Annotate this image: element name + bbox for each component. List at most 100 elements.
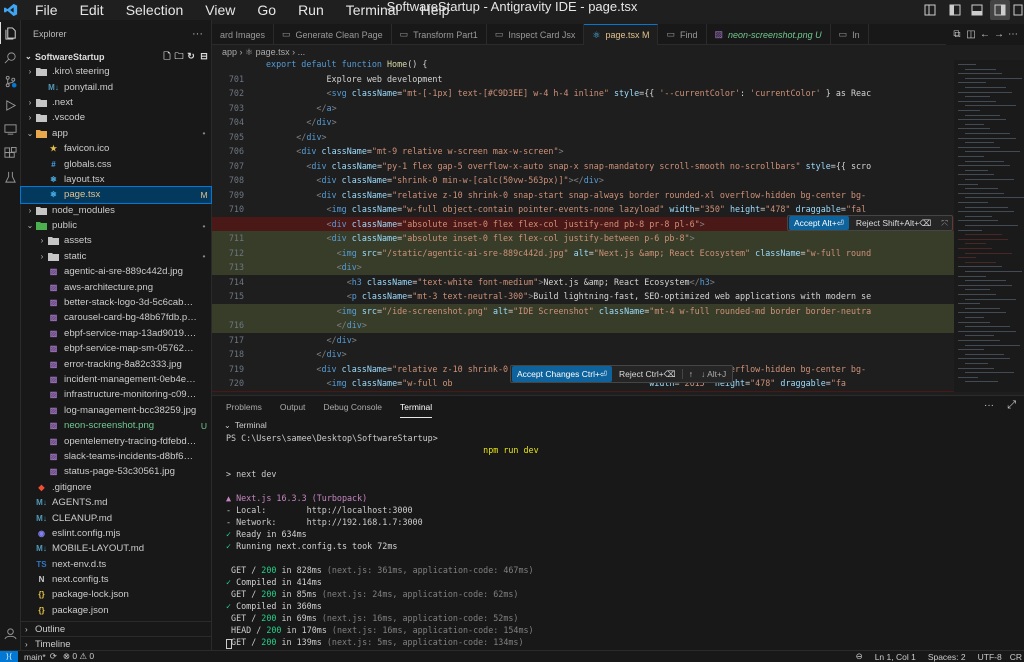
tree-item[interactable]: M↓ MOBILE-LAYOUT.md — [21, 541, 211, 556]
menu-go[interactable]: Go — [246, 0, 287, 20]
more-actions-icon[interactable]: ⋯ — [1006, 29, 1020, 40]
editor-tab[interactable]: ▭ Generate Clean Page — [274, 24, 392, 45]
tree-item[interactable]: TS next-env.d.ts — [21, 557, 211, 572]
tree-item[interactable]: ▨ opentelemetry-tracing-fdfebde4.jpg — [21, 433, 211, 448]
go-back-icon[interactable]: ← — [978, 29, 992, 40]
menu-edit[interactable]: Edit — [69, 0, 115, 20]
editor-tab[interactable]: ard Images — [212, 24, 275, 45]
tree-item[interactable]: ⌄ public • — [21, 218, 211, 233]
tree-item[interactable]: ▨ infrastructure-monitoring-c097b91... — [21, 387, 211, 402]
accept-changes-button[interactable]: Accept Changes Ctrl+⏎ — [512, 366, 613, 382]
tree-item[interactable]: {} package-lock.json — [21, 587, 211, 602]
tree-item[interactable]: ▨ error-tracking-8a82c333.jpg — [21, 356, 211, 371]
editor-tab[interactable]: ▭ Transform Part1 — [392, 24, 487, 45]
remote-icon[interactable]: ⟩⟨ — [0, 650, 18, 662]
previous-change-icon[interactable]: ↑ — [681, 369, 699, 379]
go-forward-icon[interactable]: → — [992, 29, 1006, 40]
panel-tab-output[interactable]: Output — [280, 396, 306, 418]
menu-help[interactable]: Help — [410, 0, 461, 20]
tree-item[interactable]: ◆ .gitignore — [21, 480, 211, 495]
tree-item[interactable]: › node_modules — [21, 203, 211, 218]
close-icon[interactable]: ⤧ — [937, 218, 952, 229]
panel-more-icon[interactable]: ··· — [984, 400, 994, 411]
account-icon[interactable] — [0, 622, 21, 644]
remote-explorer-icon[interactable] — [0, 118, 21, 140]
next-change-icon[interactable]: ↓ Alt+J — [699, 369, 732, 379]
tree-item[interactable]: ★ favicon.ico — [21, 141, 211, 156]
accept-inline-button[interactable]: Accept Alt+⏎ — [789, 216, 849, 230]
tree-item[interactable]: ▨ aws-architecture.png — [21, 279, 211, 294]
more-actions-icon[interactable]: ··· — [192, 28, 203, 40]
menu-terminal[interactable]: Terminal — [335, 0, 410, 20]
tree-item[interactable]: › assets — [21, 233, 211, 248]
indentation[interactable]: Spaces: 2 — [928, 652, 966, 662]
zoom-icon[interactable]: ⊖ — [856, 651, 863, 662]
run-debug-icon[interactable] — [0, 94, 21, 116]
tree-item[interactable]: {} package.json — [21, 603, 211, 618]
tree-item[interactable]: M↓ AGENTS.md — [21, 495, 211, 510]
tree-item[interactable]: › .next — [21, 95, 211, 110]
open-changes-icon[interactable]: ⧉ — [950, 29, 964, 40]
tree-item[interactable]: ◉ eslint.config.mjs — [21, 526, 211, 541]
reject-inline-button[interactable]: Reject Shift+Alt+⌫ — [850, 218, 937, 229]
editor-tab[interactable]: ▭ Find — [658, 24, 707, 45]
split-editor-icon[interactable]: ◫ — [964, 29, 978, 40]
menu-file[interactable]: File — [24, 0, 69, 20]
customize-layout-icon[interactable] — [1012, 0, 1024, 20]
editor-tab[interactable]: ▭ Inspect Card Jsx — [487, 24, 585, 45]
layout-toggle-icon[interactable] — [920, 0, 940, 20]
line-ending[interactable]: CR — [1010, 652, 1022, 662]
tree-item[interactable]: ▨ incident-management-0eb4e618.jpg — [21, 372, 211, 387]
breadcrumb[interactable]: app › ⚛ page.tsx › ... — [212, 45, 1024, 60]
tree-item[interactable]: ▨ ebpf-service-map-13ad9019.jpg — [21, 326, 211, 341]
tree-item[interactable]: M↓ ponytail.md — [21, 79, 211, 94]
tree-item[interactable]: › static • — [21, 249, 211, 264]
timeline-section[interactable]: › Timeline — [21, 636, 211, 651]
explorer-icon[interactable] — [0, 22, 21, 44]
source-control-icon[interactable] — [0, 70, 21, 92]
tree-item[interactable]: ⚛ page.tsx M — [20, 186, 212, 204]
terminal-output[interactable]: PS C:\Users\samee\Desktop\SoftwareStartu… — [212, 432, 1024, 648]
problems-count[interactable]: ⊗ 0 ⚠ 0 — [63, 651, 94, 662]
editor-tab[interactable]: ▨ neon-screenshot.png U — [707, 24, 831, 45]
panel-toggle-icon[interactable] — [967, 0, 987, 20]
tree-item[interactable]: ▨ better-stack-logo-3d-5c6cab03.png — [21, 295, 211, 310]
tree-item[interactable]: › .kiro\ steering — [21, 64, 211, 79]
sidebar-toggle-icon[interactable] — [945, 0, 965, 20]
menu-run[interactable]: Run — [287, 0, 335, 20]
maximize-panel-icon[interactable]: ⤢ — [1007, 399, 1016, 412]
tree-item[interactable]: M↓ CLEANUP.md — [21, 510, 211, 525]
menu-selection[interactable]: Selection — [115, 0, 195, 20]
terminal-section[interactable]: ⌄ Terminal — [224, 420, 267, 430]
panel-tab-debug-console[interactable]: Debug Console — [323, 396, 382, 418]
branch-label[interactable]: main* — [24, 652, 46, 662]
search-icon[interactable] — [0, 46, 21, 68]
tree-item[interactable]: ▨ status-page-53c30561.jpg — [21, 464, 211, 479]
new-folder-icon[interactable]: 🗀 — [173, 49, 185, 65]
new-file-icon[interactable]: 🗋 — [161, 49, 173, 65]
menu-view[interactable]: View — [194, 0, 246, 20]
tree-item[interactable]: ⌄ app • — [21, 126, 211, 141]
encoding[interactable]: UTF-8 — [978, 652, 1002, 662]
tree-item[interactable]: ⚛ layout.tsx — [21, 172, 211, 187]
minimap[interactable] — [954, 60, 1024, 392]
sync-icon[interactable]: ⟳ — [50, 651, 57, 662]
panel-tab-terminal[interactable]: Terminal — [400, 396, 433, 418]
tree-item[interactable]: ▨ carousel-card-bg-48b67fdb.png — [21, 310, 211, 325]
tree-item[interactable]: # globals.css — [21, 156, 211, 171]
tree-item[interactable]: ▨ neon-screenshot.png U — [21, 418, 211, 433]
editor-tab[interactable]: ⚛ page.tsx M — [584, 24, 659, 45]
tree-item[interactable]: › .vscode — [21, 110, 211, 125]
project-root[interactable]: ⌄ SoftwareStartup 🗋 🗀 ↻ ⊟ — [21, 48, 211, 65]
tree-item[interactable]: ▨ agentic-ai-sre-889c442d.jpg — [21, 264, 211, 279]
refresh-icon[interactable]: ↻ — [185, 51, 197, 62]
collapse-all-icon[interactable]: ⊟ — [197, 51, 211, 62]
outline-section[interactable]: › Outline — [21, 621, 211, 636]
cursor-position[interactable]: Ln 1, Col 1 — [875, 652, 916, 662]
panel-tab-problems[interactable]: Problems — [226, 396, 262, 418]
editor-tab[interactable]: ▭ In — [831, 24, 869, 45]
secondary-sidebar-toggle-icon[interactable] — [990, 0, 1010, 20]
tree-item[interactable]: ▨ log-management-bcc38259.jpg — [21, 403, 211, 418]
testing-icon[interactable] — [0, 166, 21, 188]
tree-item[interactable]: Nnext.config.ts — [21, 572, 211, 587]
